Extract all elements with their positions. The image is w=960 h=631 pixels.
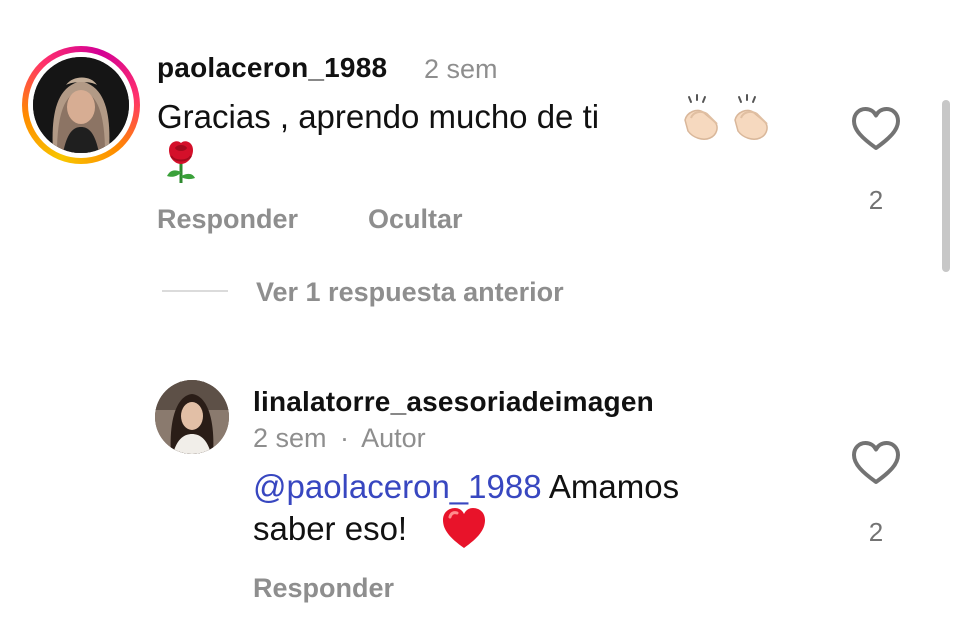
heart-outline-icon[interactable]: [850, 106, 902, 152]
author-badge: Autor: [361, 423, 426, 453]
divider-line: [162, 290, 228, 292]
clapping-hands-emoji: [734, 94, 768, 140]
comment-time: 2 sem: [253, 423, 327, 453]
reply-button[interactable]: Responder: [253, 573, 394, 604]
rose-emoji: [167, 141, 195, 183]
avatar[interactable]: [155, 380, 229, 454]
avatar-photo: [155, 380, 229, 454]
clapping-hands-emoji: [684, 94, 718, 140]
comment-meta: 2 sem · Autor: [253, 423, 426, 454]
like-count: 2: [868, 517, 884, 547]
reply-button[interactable]: Responder: [157, 204, 298, 235]
heart-outline-icon[interactable]: [850, 440, 902, 486]
red-heart-emoji: [443, 508, 485, 548]
view-replies-button[interactable]: Ver 1 respuesta anterior: [256, 277, 564, 308]
avatar-photo: [33, 57, 129, 153]
comment-text-line1: @paolaceron_1988 Amamos: [253, 466, 679, 508]
comment-time: 2 sem: [424, 54, 498, 84]
mention-link[interactable]: @paolaceron_1988: [253, 468, 542, 505]
comment-text: Gracias , aprendo mucho de ti: [157, 98, 600, 135]
comment-username[interactable]: linalatorre_asesoriadeimagen: [253, 386, 654, 418]
avatar[interactable]: [33, 57, 129, 153]
scrollbar-thumb[interactable]: [942, 100, 950, 272]
hide-button[interactable]: Ocultar: [368, 204, 463, 235]
meta-separator: ·: [340, 423, 350, 453]
comment-username[interactable]: paolaceron_1988: [157, 52, 387, 84]
comment-text: saber eso!: [253, 510, 408, 547]
like-count: 2: [868, 185, 884, 215]
comment-text: Amamos: [541, 468, 680, 505]
comment-text-line2: saber eso!: [253, 508, 407, 550]
